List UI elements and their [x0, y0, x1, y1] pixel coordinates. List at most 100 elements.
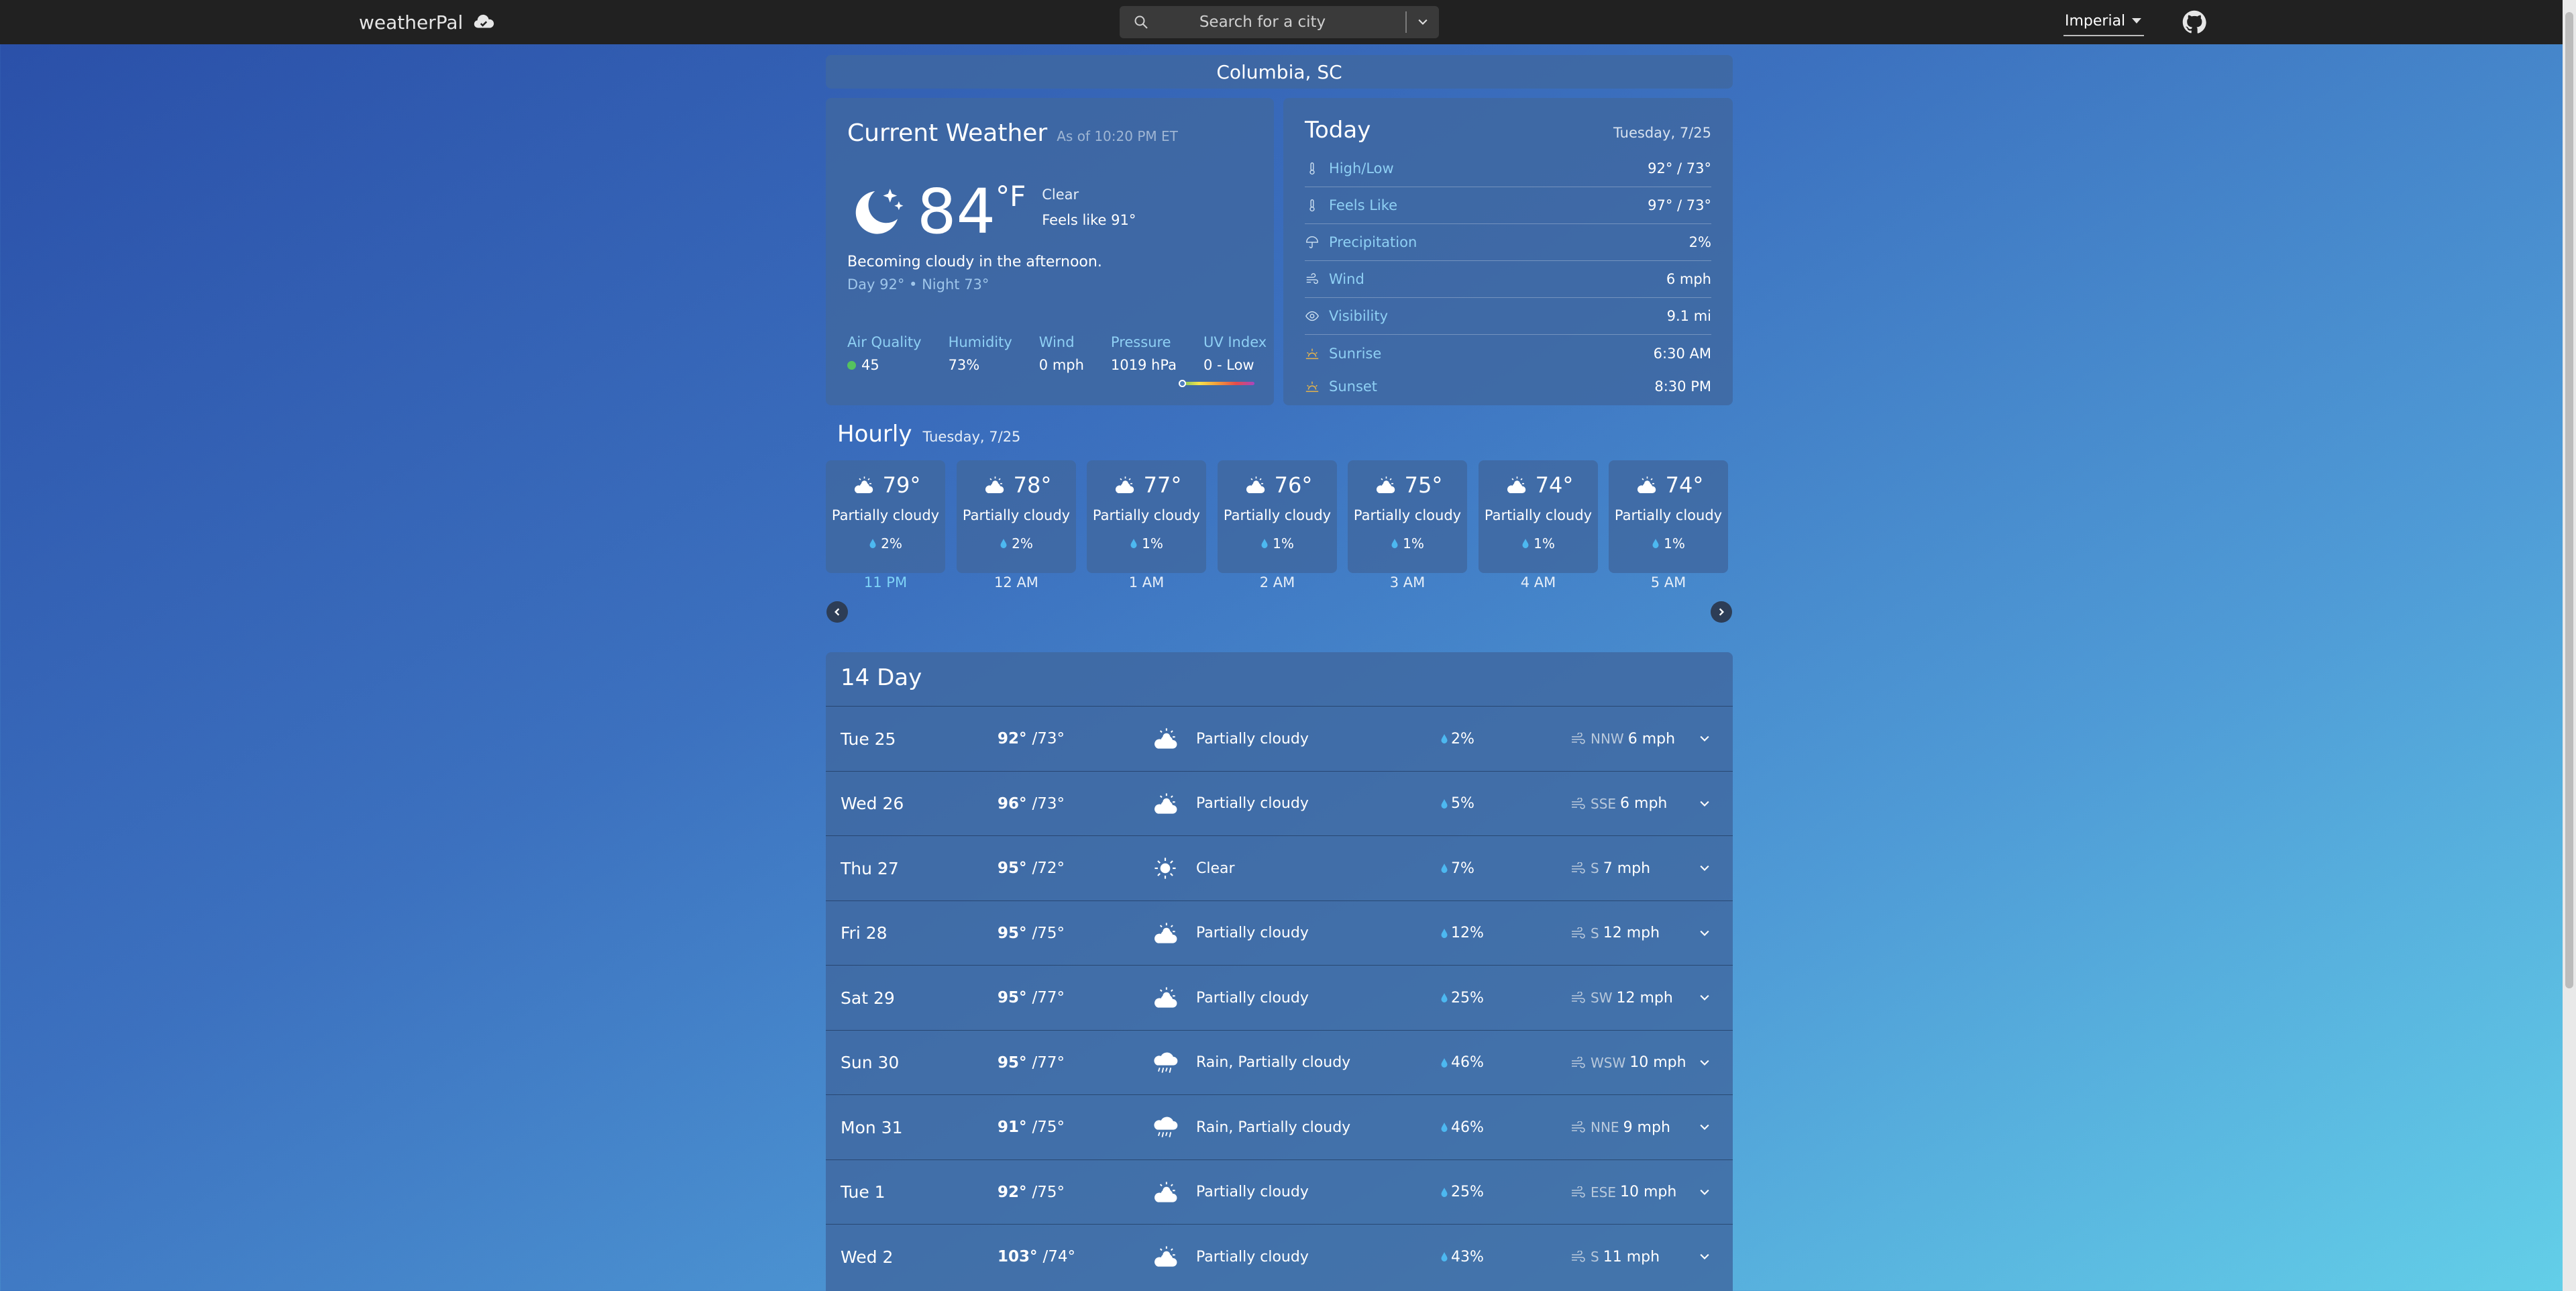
expand-toggle[interactable]: [1698, 772, 1711, 836]
expand-toggle[interactable]: [1698, 707, 1711, 771]
scrollbar-thumb[interactable]: [2565, 12, 2573, 988]
hourly-prev-button[interactable]: [826, 601, 848, 623]
today-label-text: Sunrise: [1329, 345, 1382, 362]
today-label: Precipitation: [1305, 234, 1417, 250]
expand-toggle[interactable]: [1698, 1160, 1711, 1225]
units-select[interactable]: Imperial: [2063, 7, 2144, 36]
current-temperature: 84: [917, 176, 996, 248]
today-value: 97° / 73°: [1648, 197, 1711, 213]
hourly-card[interactable]: 74° Partially cloudy 1%: [1479, 460, 1598, 573]
chevron-down-icon: [1700, 1189, 1709, 1195]
stat-humidity[interactable]: Humidity 73%: [949, 334, 1012, 373]
forecast-wind-speed: 10 mph: [1619, 1184, 1677, 1200]
raindrop-icon: [1130, 539, 1137, 548]
forecast-precip-value: 25%: [1451, 989, 1484, 1006]
forecast-precip-value: 7%: [1451, 860, 1474, 877]
partly-cloudy-icon: [1115, 476, 1134, 493]
forecast-day-row[interactable]: Sat 29 95° /77° Partially cloudy 25% SW 12 mp…: [826, 965, 1733, 1029]
forecast-icon-wrap: [1150, 966, 1180, 1030]
forecast-wind-speed: 12 mph: [1616, 989, 1673, 1006]
hour-time: 5 AM: [1650, 574, 1686, 590]
hour-temperature: 74°: [1535, 472, 1574, 498]
brand-logo[interactable]: weatherPal: [359, 0, 495, 44]
expand-toggle[interactable]: [1698, 836, 1711, 900]
stat-uv-index[interactable]: UV Index 0 - Low: [1203, 334, 1267, 373]
forecast-temps: 92° /75°: [998, 1160, 1065, 1225]
today-label: Feels Like: [1305, 197, 1397, 213]
forecast-day-name: Wed 2: [841, 1247, 894, 1267]
sun-icon: [1155, 858, 1176, 879]
hour-temperature: 75°: [1404, 472, 1443, 498]
forecast-day-name: Thu 27: [841, 858, 899, 878]
forecast-wind-speed: 6 mph: [1627, 730, 1676, 747]
forecast-condition: Clear: [1196, 860, 1235, 877]
forecast-day-row[interactable]: Sun 30 95° /77° Rain, Partially cloudy 46% W…: [826, 1029, 1733, 1095]
expand-toggle[interactable]: [1698, 1031, 1711, 1095]
hourly-card[interactable]: 79° Partially cloudy 2%: [826, 460, 945, 573]
raindrop-icon: [1441, 1187, 1448, 1197]
expand-toggle[interactable]: [1698, 901, 1711, 966]
forecast-day-row[interactable]: Mon 31 91° /75° Rain, Partially cloudy 46% N…: [826, 1094, 1733, 1159]
stat-pressure[interactable]: Pressure 1019 hPa: [1111, 334, 1177, 373]
expand-toggle[interactable]: [1698, 1095, 1711, 1159]
hour-condition: Partially cloudy: [1092, 507, 1201, 523]
page-scrollbar[interactable]: [2563, 0, 2576, 1291]
forecast-day-row[interactable]: Wed 2 103° /74° Partially cloudy 43% S 11 mph: [826, 1224, 1733, 1288]
hourly-card[interactable]: 78° Partially cloudy 2%: [957, 460, 1076, 573]
stat-value: 45: [847, 357, 922, 373]
hourly-card[interactable]: 74° Partially cloudy 1%: [1609, 460, 1728, 573]
hourly-card[interactable]: 75° Partially cloudy 1%: [1348, 460, 1467, 573]
eye-icon: [1305, 311, 1319, 321]
forecast-day-row[interactable]: Thu 27 95° /72° Clear 7% S 7 mph: [826, 835, 1733, 900]
brand-name[interactable]: weatherPal: [359, 11, 463, 34]
forecast-day-row[interactable]: Fri 28 95° /75° Partially cloudy 12% S 12 mph: [826, 900, 1733, 965]
hour-condition: Partially cloudy: [1484, 507, 1593, 523]
hour-time: 11 PM: [863, 574, 908, 590]
today-label-text: Sunset: [1329, 378, 1378, 395]
air-quality-value: 45: [861, 357, 879, 373]
today-details: High/Low 92° / 73° Feels Like 97° / 73° …: [1305, 150, 1711, 401]
air-quality-indicator: [847, 360, 856, 370]
hourly-header: Hourly Tuesday, 7/25: [837, 421, 1020, 448]
forecast-day-name: Tue 1: [841, 1182, 885, 1202]
forecast-temps: 95° /72°: [998, 836, 1065, 900]
today-label-text: Visibility: [1329, 308, 1389, 324]
forecast-low: /74°: [1042, 1248, 1076, 1266]
forecast-precipitation: 25%: [1440, 966, 1484, 1030]
hourly-card[interactable]: 76° Partially cloudy 1%: [1218, 460, 1337, 573]
thermometer-icon: [1309, 199, 1315, 212]
stat-air-quality[interactable]: Air Quality 45: [847, 334, 922, 373]
partly-cloudy-icon: [1155, 1246, 1177, 1267]
chevron-down-icon: [1700, 1124, 1709, 1130]
hour-condition: Partially cloudy: [831, 507, 940, 523]
stat-wind[interactable]: Wind 0 mph: [1039, 334, 1084, 373]
expand-toggle[interactable]: [1698, 1225, 1711, 1289]
hour-precip-value: 1%: [1664, 535, 1685, 552]
hour-precip-value: 1%: [1403, 535, 1424, 552]
hourly-card[interactable]: 77° Partially cloudy 1%: [1087, 460, 1206, 573]
github-icon[interactable]: [2182, 10, 2206, 34]
expand-toggle[interactable]: [1698, 966, 1711, 1030]
forecast-icon-wrap: [1150, 1225, 1180, 1289]
city-search-box[interactable]: Search for a city: [1120, 6, 1439, 38]
today-label-text: High/Low: [1329, 160, 1394, 176]
forecast-wind-speed: 10 mph: [1629, 1054, 1686, 1071]
raindrop-icon: [1261, 539, 1268, 548]
forecast-temps: 95° /77°: [998, 1031, 1065, 1095]
hour-icon-wrap: [981, 475, 1007, 495]
raindrop-icon: [1441, 928, 1448, 938]
forecast-low: /73°: [1032, 794, 1065, 813]
forecast-day-row[interactable]: Tue 25 92° /73° Partially cloudy 2% NNW 6 mph: [826, 706, 1733, 770]
search-input[interactable]: Search for a city: [1120, 13, 1405, 31]
today-label: Sunset: [1305, 378, 1377, 395]
hour-icon-wrap: [851, 475, 876, 495]
wind-icon: [1572, 797, 1585, 809]
chevron-down-icon[interactable]: [1416, 15, 1430, 29]
today-date: Tuesday, 7/25: [1613, 125, 1711, 141]
current-as-of: As of 10:20 PM ET: [1057, 128, 1178, 144]
raindrop-icon: [1441, 1252, 1448, 1261]
forecast-day-row[interactable]: Tue 1 92° /75° Partially cloudy 25% ESE 10 mp…: [826, 1159, 1733, 1224]
hourly-next-button[interactable]: [1711, 601, 1732, 623]
forecast-day-row[interactable]: Wed 26 96° /73° Partially cloudy 5% SSE 6 mph: [826, 770, 1733, 836]
forecast-high: 92°: [998, 730, 1027, 747]
